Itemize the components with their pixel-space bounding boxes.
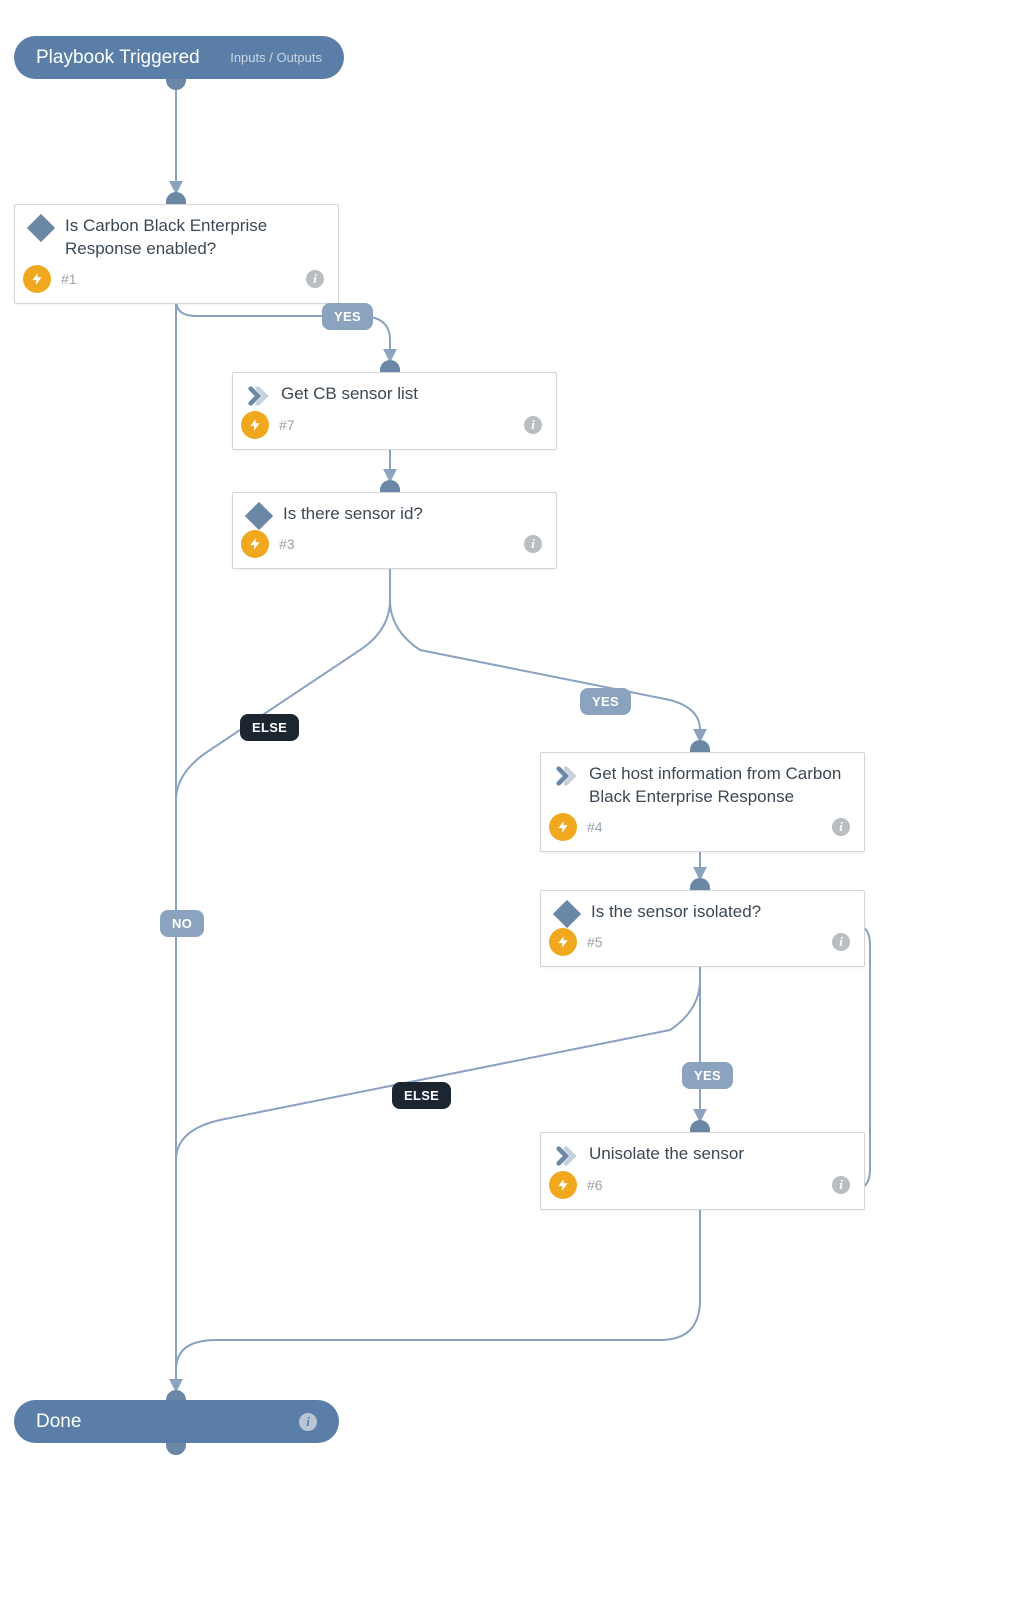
branch-label-else: ELSE: [240, 714, 299, 741]
info-icon[interactable]: i: [832, 1176, 850, 1194]
info-icon[interactable]: i: [306, 270, 324, 288]
diamond-icon: [553, 900, 581, 928]
chevron-icon: [555, 1145, 577, 1167]
start-label: Playbook Triggered: [36, 48, 200, 67]
end-node[interactable]: Done i: [14, 1400, 339, 1443]
port-in: [690, 740, 710, 752]
task-number: #1: [61, 271, 77, 287]
task-title: Get host information from Carbon Black E…: [589, 763, 850, 809]
port-out: [166, 78, 186, 90]
branch-label-else: ELSE: [392, 1082, 451, 1109]
port-in: [380, 480, 400, 492]
info-icon[interactable]: i: [832, 933, 850, 951]
task-node-1[interactable]: Is Carbon Black Enterprise Response enab…: [14, 204, 339, 304]
task-node-7[interactable]: Get CB sensor list #7 i: [232, 372, 557, 450]
task-node-4[interactable]: Get host information from Carbon Black E…: [540, 752, 865, 852]
info-icon[interactable]: i: [299, 1413, 317, 1431]
task-number: #3: [279, 536, 295, 552]
branch-label-yes: YES: [682, 1062, 733, 1089]
diamond-icon: [245, 502, 273, 530]
bolt-icon: [549, 928, 577, 956]
bolt-icon: [241, 530, 269, 558]
port-in: [380, 360, 400, 372]
chevron-icon: [555, 765, 577, 787]
branch-label-no: NO: [160, 910, 204, 937]
info-icon[interactable]: i: [524, 416, 542, 434]
bolt-icon: [23, 265, 51, 293]
task-title: Is there sensor id?: [283, 503, 542, 526]
chevron-icon: [247, 385, 269, 407]
task-title: Get CB sensor list: [281, 383, 542, 406]
start-sublabel: Inputs / Outputs: [230, 51, 322, 64]
end-label: Done: [36, 1412, 81, 1431]
task-title: Is the sensor isolated?: [591, 901, 850, 924]
branch-label-yes: YES: [580, 688, 631, 715]
bolt-icon: [241, 411, 269, 439]
bolt-icon: [549, 1171, 577, 1199]
task-node-3[interactable]: Is there sensor id? #3 i: [232, 492, 557, 569]
port-in: [690, 878, 710, 890]
diamond-icon: [27, 214, 55, 242]
start-node[interactable]: Playbook Triggered Inputs / Outputs: [14, 36, 344, 79]
task-number: #4: [587, 819, 603, 835]
task-title: Unisolate the sensor: [589, 1143, 850, 1166]
task-number: #5: [587, 934, 603, 950]
bolt-icon: [549, 813, 577, 841]
task-number: #7: [279, 417, 295, 433]
branch-label-yes: YES: [322, 303, 373, 330]
task-number: #6: [587, 1177, 603, 1193]
info-icon[interactable]: i: [524, 535, 542, 553]
task-node-6[interactable]: Unisolate the sensor #6 i: [540, 1132, 865, 1210]
info-icon[interactable]: i: [832, 818, 850, 836]
task-node-5[interactable]: Is the sensor isolated? #5 i: [540, 890, 865, 967]
port-in: [690, 1120, 710, 1132]
task-title: Is Carbon Black Enterprise Response enab…: [65, 215, 324, 261]
port-in: [166, 192, 186, 204]
port-out: [166, 1443, 186, 1455]
